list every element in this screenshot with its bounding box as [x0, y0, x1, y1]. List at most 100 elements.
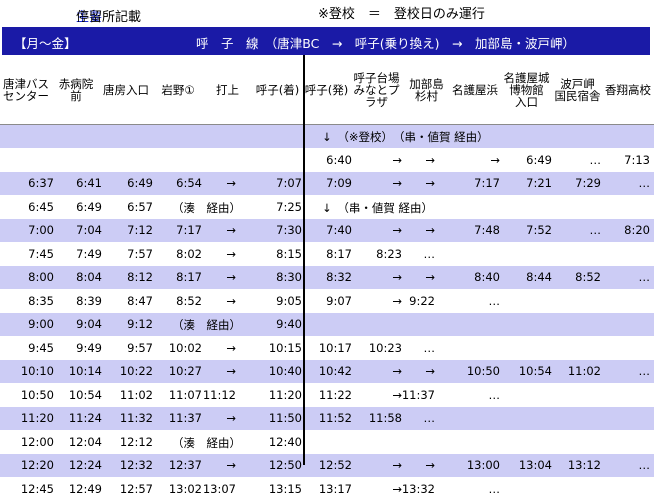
table-row: 6:40 → → → 6:49 … 7:13 [0, 149, 654, 172]
via-note: （湊 経由） [172, 435, 241, 450]
time-cell: 10:17 [318, 340, 352, 355]
time-cell: 7:04 [76, 223, 102, 237]
time-cell: → [226, 458, 236, 472]
table-row: 12:00 12:04 12:12 12:40 （湊 経由） [0, 431, 654, 454]
time-cell: 12:24 [68, 458, 102, 472]
time-cell: 8:35 [28, 293, 54, 308]
time-cell: … [423, 340, 436, 355]
time-cell: 13:07 [202, 481, 236, 496]
time-cell: 6:45 [28, 199, 54, 214]
time-cell: 13:15 [268, 481, 302, 496]
time-cell: 12:57 [119, 481, 153, 496]
time-cell: 10:10 [20, 364, 54, 378]
table-row: 7:00 7:04 7:12 7:17 → 7:30 7:40 → → 7:48 7:52 … 8:20 [0, 219, 654, 242]
table-row: 9:00 9:04 9:12 9:40 （湊 経由） [0, 313, 654, 336]
column-header: 呼子(着) [255, 83, 300, 97]
time-cell: 12:49 [68, 481, 102, 496]
time-cell: → [392, 176, 402, 190]
table-row: 10:10 10:14 10:22 10:27 → 10:40 10:42 → → 10:50 10… [0, 360, 654, 383]
column-header: 香翔高校 [605, 83, 651, 97]
time-cell: 12:45 [20, 481, 54, 496]
time-cell: 7:40 [326, 223, 352, 237]
time-cell: 11:20 [20, 411, 54, 425]
via-note: （湊 経由） [172, 200, 241, 215]
time-cell: 12:04 [68, 434, 102, 449]
time-cell: … [638, 270, 651, 284]
time-cell: 7:00 [28, 223, 54, 237]
time-cell: 10:15 [268, 340, 302, 355]
time-cell: 12:50 [268, 458, 302, 472]
time-cell: → [226, 340, 236, 355]
column-header: 名護屋城 博物館 入口 [503, 71, 550, 109]
table-row: 11:20 11:24 11:32 11:37 → 11:50 11:52 11:58… [0, 407, 654, 430]
route-header: 【月～金】 呼 子 線 （唐津BC → 呼子(乗り換え) → 加部島・波戸岬） [2, 27, 650, 55]
time-cell: → [392, 293, 402, 308]
time-cell: 11:37 [168, 411, 202, 425]
time-cell: … [638, 364, 651, 378]
time-cell: 12:12 [119, 434, 153, 449]
route-note: ↓ （※登校） （串・値賀 経由） [322, 130, 489, 144]
time-cell: … [589, 152, 602, 167]
time-cell: 10:14 [68, 364, 102, 378]
time-cell: … [423, 411, 436, 425]
time-cell: 13:32 [401, 481, 435, 496]
time-cell: 7:49 [76, 246, 102, 261]
table-row: 6:45 6:49 6:57 7:25 （湊 経由） ↓ （串・値賀 経由） [0, 196, 654, 219]
time-cell: 11:20 [268, 387, 302, 402]
time-cell: 11:22 [318, 387, 352, 402]
time-cell: → [425, 223, 435, 237]
time-cell: 8:52 [176, 293, 202, 308]
time-cell: 9:05 [276, 293, 302, 308]
time-cell: 10:50 [20, 387, 54, 402]
time-cell: 7:52 [526, 223, 552, 237]
time-cell: … [488, 293, 501, 308]
time-cell: 8:44 [526, 270, 552, 284]
column-header: 唐津バス センター [3, 77, 49, 103]
time-cell: 7:45 [28, 246, 54, 261]
time-cell: 13:04 [518, 458, 552, 472]
column-header: 唐房入口 [103, 83, 149, 97]
time-cell: … [638, 176, 651, 190]
time-cell: 10:54 [68, 387, 102, 402]
time-cell: 8:12 [127, 270, 153, 284]
time-cell: 8:15 [276, 246, 302, 261]
route-note: ↓ （串・値賀 経由） [322, 200, 434, 215]
time-cell: 6:40 [326, 152, 352, 167]
column-header: 赤病院 前 [58, 77, 94, 103]
column-header: 波戸岬 国民宿舎 [554, 77, 601, 103]
time-cell: → [425, 152, 435, 167]
time-cell: → [226, 411, 236, 425]
time-cell: 10:02 [168, 340, 202, 355]
column-header: 岩野① [161, 83, 195, 97]
table-row: 10:50 10:54 11:02 11:07 11:12 11:20 11:22 → 11:3… [0, 384, 654, 407]
time-cell: 7:17 [474, 176, 500, 190]
column-header: 呼子(発) [304, 83, 349, 97]
time-cell: 8:04 [76, 270, 102, 284]
time-cell: 8:47 [127, 293, 153, 308]
time-cell: … [638, 458, 651, 472]
time-cell: → [425, 270, 435, 284]
header-rule [0, 124, 654, 125]
time-cell: 6:49 [127, 176, 153, 190]
time-cell: → [392, 387, 402, 402]
time-cell: 6:54 [176, 176, 202, 190]
time-cell: 9:45 [28, 340, 54, 355]
time-cell: → [392, 223, 402, 237]
time-cell: 9:12 [127, 317, 153, 331]
time-cell: → [226, 176, 236, 190]
time-cell: → [425, 458, 435, 472]
column-header: 加部島 杉村 [409, 77, 444, 103]
time-cell: 11:24 [68, 411, 102, 425]
time-cell: 7:09 [326, 176, 352, 190]
time-cell: 7:17 [176, 223, 202, 237]
time-cell: 6:41 [76, 176, 102, 190]
table-row: 6:37 6:41 6:49 6:54 → 7:07 7:09 → → 7:17 7:21 7:29… [0, 172, 654, 195]
time-cell: → [226, 223, 236, 237]
time-cell: 7:48 [474, 223, 500, 237]
time-cell: 11:32 [119, 411, 153, 425]
time-cell: 7:30 [276, 223, 302, 237]
time-cell: 9:07 [326, 293, 352, 308]
time-cell: 11:58 [368, 411, 402, 425]
time-cell: 11:12 [202, 387, 236, 402]
top-caption: 主要 停留所記載 ※登校 ＝ 登校日のみ運行 [0, 0, 654, 25]
